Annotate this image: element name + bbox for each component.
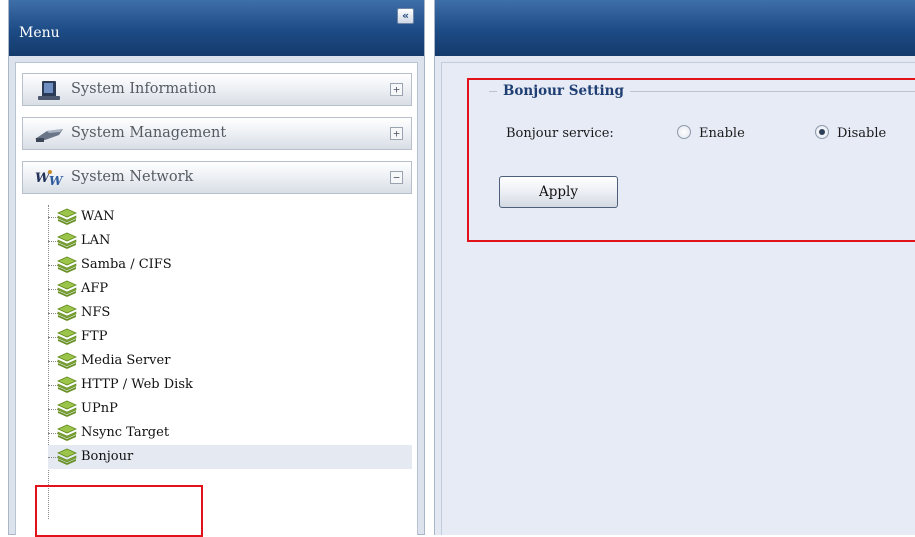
tree-item-label: Nsync Target [81, 425, 170, 440]
tree-item-bonjour[interactable]: Bonjour [48, 445, 412, 469]
highlight-box-bonjour-item [35, 485, 203, 537]
layers-icon [57, 232, 77, 249]
layers-icon [57, 280, 77, 297]
collapse-toggle[interactable]: − [390, 171, 403, 184]
menu-header: Menu « [9, 0, 424, 56]
section-label: System Management [71, 125, 227, 141]
tree-item-lan[interactable]: LAN [48, 229, 412, 253]
tree-item-http-web-disk[interactable]: HTTP / Web Disk [48, 373, 412, 397]
expand-toggle[interactable]: + [390, 127, 403, 140]
tree-item-samba-cifs[interactable]: Samba / CIFS [48, 253, 412, 277]
tree-item-afp[interactable]: AFP [48, 277, 412, 301]
content-header [435, 0, 915, 56]
tree-item-label: UPnP [81, 401, 118, 416]
svg-text:W: W [49, 174, 64, 188]
section-system-information[interactable]: System Information + [22, 73, 412, 106]
tree-item-label: LAN [81, 233, 111, 248]
section-system-management[interactable]: System Management + [22, 117, 412, 150]
network-icon: W W [35, 170, 64, 188]
section-label: System Network [71, 169, 194, 185]
menu-body: System Information + System Management +… [15, 62, 418, 535]
layers-icon [57, 448, 77, 465]
layers-icon [57, 424, 77, 441]
tree-item-label: Media Server [81, 353, 171, 368]
tree-item-label: FTP [81, 329, 108, 344]
tree-item-label: Bonjour [81, 449, 134, 464]
layers-icon [57, 376, 77, 393]
tree-item-ftp[interactable]: FTP [48, 325, 412, 349]
tree-item-label: AFP [81, 281, 109, 296]
monitor-icon [38, 81, 60, 100]
menu-panel: Menu « System Information + System Manag… [8, 0, 425, 535]
tree-item-wan[interactable]: WAN [48, 205, 412, 229]
tree-item-label: WAN [81, 209, 115, 224]
highlight-box-settings [467, 78, 915, 242]
layers-icon [57, 256, 77, 273]
menu-title: Menu [19, 25, 60, 41]
tree-item-label: Samba / CIFS [81, 257, 172, 272]
tree-item-upnp[interactable]: UPnP [48, 397, 412, 421]
section-label: System Information [71, 81, 217, 97]
section-system-network[interactable]: W W System Network − [22, 161, 412, 194]
expand-toggle[interactable]: + [390, 83, 403, 96]
tree-item-nfs[interactable]: NFS [48, 301, 412, 325]
layers-icon [57, 208, 77, 225]
layers-icon [57, 352, 77, 369]
tree-item-label: NFS [81, 305, 111, 320]
layers-icon [57, 400, 77, 417]
layers-icon [57, 304, 77, 321]
tree-item-media-server[interactable]: Media Server [48, 349, 412, 373]
collapse-menu-button[interactable]: « [397, 8, 414, 24]
tree-item-label: HTTP / Web Disk [81, 377, 193, 392]
layers-icon [57, 328, 77, 345]
tools-icon [35, 129, 63, 142]
tree-item-nsync-target[interactable]: Nsync Target [48, 421, 412, 445]
